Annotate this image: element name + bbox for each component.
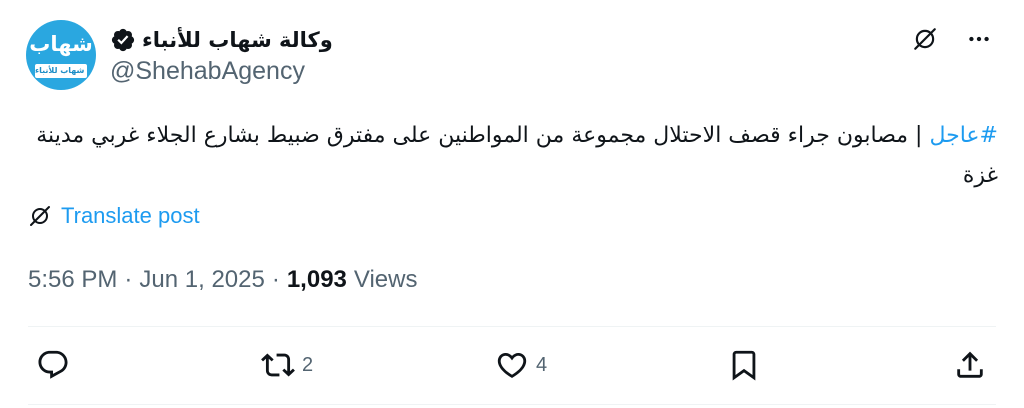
repost-count: 2 — [302, 353, 314, 376]
translate-icon — [30, 206, 50, 226]
divider — [28, 404, 996, 405]
views-count: 1,093 — [286, 266, 347, 293]
verified-badge-icon — [111, 28, 135, 52]
heart-icon — [497, 352, 527, 378]
post-body: | مصابون جراء قصف الاحتلال مجموعة من الم… — [36, 123, 998, 188]
author-display-name[interactable]: وكالة شهاب للأنباء — [142, 28, 333, 52]
author-handle[interactable]: @ShehabAgency — [110, 57, 305, 86]
repost-icon — [261, 353, 295, 377]
post-meta: 5:56 PM · Jun 1, 2025 · 1,093 Views — [28, 266, 417, 294]
hashtag-link[interactable]: #عاجل — [929, 123, 998, 148]
share-button[interactable] — [953, 348, 994, 382]
top-actions — [910, 24, 994, 54]
post-text: #عاجل | مصابون جراء قصف الاحتلال مجموعة … — [20, 116, 998, 196]
reply-icon — [38, 350, 68, 379]
bookmark-icon — [732, 350, 756, 381]
grok-icon[interactable] — [910, 24, 940, 54]
more-icon[interactable] — [964, 24, 994, 54]
share-icon — [957, 351, 983, 378]
post-time[interactable]: 5:56 PM — [28, 266, 117, 294]
author-name-row[interactable]: وكالة شهاب للأنباء — [110, 24, 333, 56]
like-count: 4 — [536, 353, 548, 376]
avatar[interactable]: شهاب وكالة شهاب للأنباء — [26, 20, 96, 90]
translate-label[interactable]: Translate post — [61, 203, 200, 229]
meta-separator: · — [271, 266, 280, 293]
avatar-logo-main: شهاب — [29, 32, 93, 56]
avatar-logo-sub: وكالة شهاب للأنباء — [35, 64, 87, 78]
post-date[interactable]: Jun 1, 2025 — [139, 266, 264, 294]
translate-post-button[interactable]: Translate post — [28, 203, 200, 229]
divider — [28, 326, 996, 327]
bookmark-button[interactable] — [727, 348, 768, 382]
meta-separator: · — [124, 266, 133, 293]
reply-button[interactable] — [36, 348, 77, 382]
like-button[interactable]: 4 — [495, 348, 547, 382]
repost-button[interactable]: 2 — [261, 348, 313, 382]
views-label: Views — [353, 266, 418, 293]
